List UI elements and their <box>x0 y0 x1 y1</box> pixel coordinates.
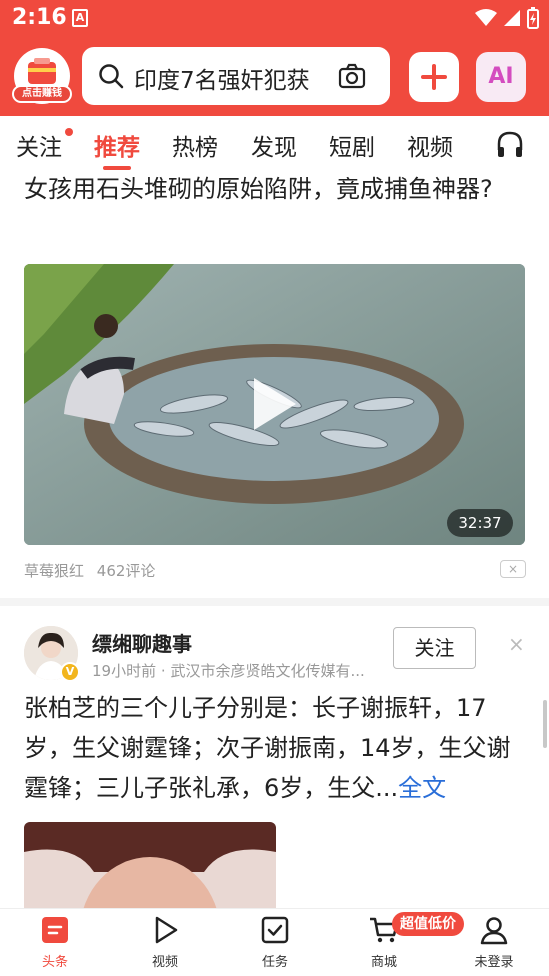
promo-badge[interactable]: 超值低价 <box>392 912 464 936</box>
app-notification-icon: A <box>72 9 88 27</box>
channel-tabs: 关注 推荐 热榜 发现 短剧 视频 <box>0 116 549 174</box>
dislike-button[interactable]: × <box>500 560 526 578</box>
nav-video[interactable]: 视频 <box>130 915 200 970</box>
earn-money-logo[interactable]: 点击赚钱 <box>12 48 72 106</box>
nav-tasks[interactable]: 任务 <box>240 915 310 970</box>
play-icon <box>155 916 178 944</box>
top-header: 2:16 A 点击赚钱 印度7名强奸犯获 AI <box>0 0 549 116</box>
status-bar: 2:16 A <box>0 0 549 36</box>
signal-icon <box>504 10 520 26</box>
article-source[interactable]: 草莓狠红 <box>24 562 84 580</box>
post-meta: 19小时前 · 武汉市余彦贤皓文化传媒有... <box>92 660 374 681</box>
portrait-photo-image <box>24 822 276 912</box>
status-icons <box>475 6 539 30</box>
post-image[interactable] <box>24 822 276 912</box>
tab-short-drama[interactable]: 短剧 <box>329 128 375 162</box>
task-check-icon <box>261 916 289 944</box>
play-icon[interactable] <box>250 374 300 434</box>
search-query-text[interactable]: 印度7名强奸犯获 <box>134 61 334 91</box>
meta-separator: · <box>160 662 166 680</box>
scrollbar[interactable] <box>543 700 547 748</box>
video-duration: 32:37 <box>447 509 513 537</box>
nav-profile[interactable]: 未登录 <box>459 915 529 970</box>
plus-icon <box>421 64 447 90</box>
nav-headlines[interactable]: 头条 <box>20 915 90 970</box>
nav-label-headlines: 头条 <box>41 955 68 970</box>
close-icon[interactable]: × <box>508 632 525 656</box>
post-time: 19小时前 <box>92 662 157 680</box>
new-content-dot <box>65 128 73 136</box>
add-post-button[interactable] <box>409 52 459 102</box>
verified-badge: V <box>60 662 80 682</box>
feed-divider <box>0 598 549 606</box>
follow-button[interactable]: 关注 <box>393 627 476 669</box>
tab-hot-list[interactable]: 热榜 <box>172 128 218 162</box>
full-text-link[interactable]: 全文 <box>398 774 446 802</box>
nav-label-video: 视频 <box>151 955 178 970</box>
article-title[interactable]: 女孩用石头堆砌的原始陷阱，竟成捕鱼神器? <box>24 170 524 208</box>
article-meta: 草莓狠红 462评论 <box>24 560 163 581</box>
wifi-icon <box>475 9 497 26</box>
earn-money-badge: 点击赚钱 <box>12 85 72 103</box>
nav-label-tasks: 任务 <box>261 955 288 970</box>
author-name[interactable]: 缥缃聊趣事 <box>92 628 192 657</box>
headlines-icon <box>42 917 68 943</box>
battery-icon <box>527 7 539 29</box>
ai-assistant-button[interactable]: AI <box>476 52 526 102</box>
tab-follow[interactable]: 关注 <box>16 128 62 162</box>
search-icon <box>99 64 124 89</box>
user-icon <box>480 917 508 945</box>
post-body[interactable]: 张柏芝的三个儿子分别是：长子谢振轩，17岁，生父谢霆锋；次子谢振南，14岁，生父… <box>24 688 529 808</box>
nav-label-profile: 未登录 <box>474 955 514 970</box>
comment-count[interactable]: 462评论 <box>97 562 156 580</box>
author-organization: 武汉市余彦贤皓文化传媒有... <box>170 662 365 680</box>
bottom-navigation: 头条 视频 任务 商城 未登录 <box>0 908 549 976</box>
headphones-icon[interactable] <box>496 130 524 160</box>
app-screen: 2:16 A 点击赚钱 印度7名强奸犯获 AI 关注 推荐 热榜 发现 短剧 视… <box>0 0 549 976</box>
video-thumbnail[interactable]: 32:37 <box>24 264 525 545</box>
tab-discover[interactable]: 发现 <box>251 128 297 162</box>
camera-icon[interactable] <box>338 63 366 89</box>
nav-label-mall: 商城 <box>370 955 397 970</box>
search-box[interactable]: 印度7名强奸犯获 <box>82 47 390 105</box>
tab-recommend[interactable]: 推荐 <box>94 128 140 162</box>
status-time: 2:16 <box>12 5 67 30</box>
tab-video[interactable]: 视频 <box>407 128 453 162</box>
